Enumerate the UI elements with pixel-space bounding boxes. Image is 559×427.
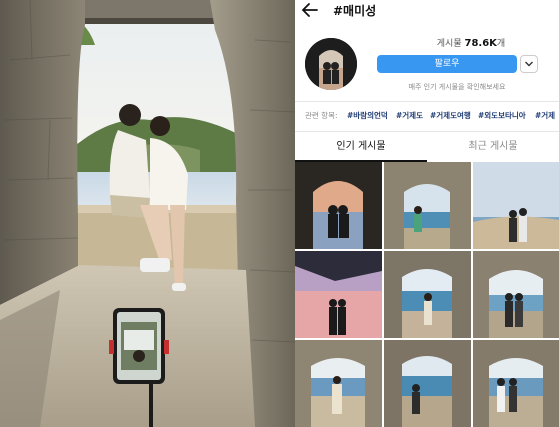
hashtag-title: #매미성 [333, 4, 377, 18]
post-thumbnail[interactable] [384, 340, 471, 427]
related-label: 관련 항목: [305, 111, 338, 120]
instagram-hashtag-page: #매미성 게시물 78.6K개 팔로우 매주 인기 게시물을 확인해보세요 관련… [295, 0, 559, 427]
divider [295, 131, 559, 132]
post-thumbnail[interactable] [473, 340, 559, 427]
post-thumbnail[interactable] [384, 251, 471, 338]
weekly-notice: 매주 인기 게시물을 확인해보세요 [408, 83, 506, 91]
tab-top-posts[interactable]: 인기 게시물 [295, 137, 427, 152]
related-tag[interactable]: #외도보타니아 [478, 110, 526, 121]
post-count-label: 게시물 [436, 39, 462, 49]
top-bar: #매미성 [295, 0, 559, 20]
related-tags: 관련 항목: #바람의언덕 #거제도 #거제도여행 #외도보타니아 #거제 [295, 108, 559, 124]
post-thumbnail[interactable] [295, 340, 382, 427]
main-photo [0, 0, 295, 427]
related-tag[interactable]: #거제도여행 [430, 110, 471, 121]
post-thumbnail[interactable] [384, 162, 471, 249]
couple-arch-photo [0, 0, 295, 427]
related-tag[interactable]: #거제 [535, 110, 555, 121]
post-count-suffix: 개 [496, 39, 506, 49]
back-arrow-icon[interactable] [301, 2, 319, 18]
post-grid [295, 162, 559, 427]
related-tag[interactable]: #거제도 [396, 110, 423, 121]
post-thumbnail[interactable] [295, 162, 382, 249]
more-options-button[interactable] [520, 55, 538, 73]
tab-recent-posts[interactable]: 최근 게시물 [427, 137, 559, 152]
post-thumbnail[interactable] [295, 251, 382, 338]
post-count: 게시물 78.6K개 [395, 36, 547, 49]
hashtag-avatar [305, 38, 357, 90]
post-thumbnail[interactable] [473, 251, 559, 338]
follow-button[interactable]: 팔로우 [377, 55, 517, 73]
post-count-value: 78.6K [464, 38, 497, 49]
divider [295, 101, 559, 102]
related-tag[interactable]: #바람의언덕 [347, 110, 388, 121]
avatar-image [305, 38, 357, 90]
chevron-down-icon [525, 61, 533, 67]
post-thumbnail[interactable] [473, 162, 559, 249]
